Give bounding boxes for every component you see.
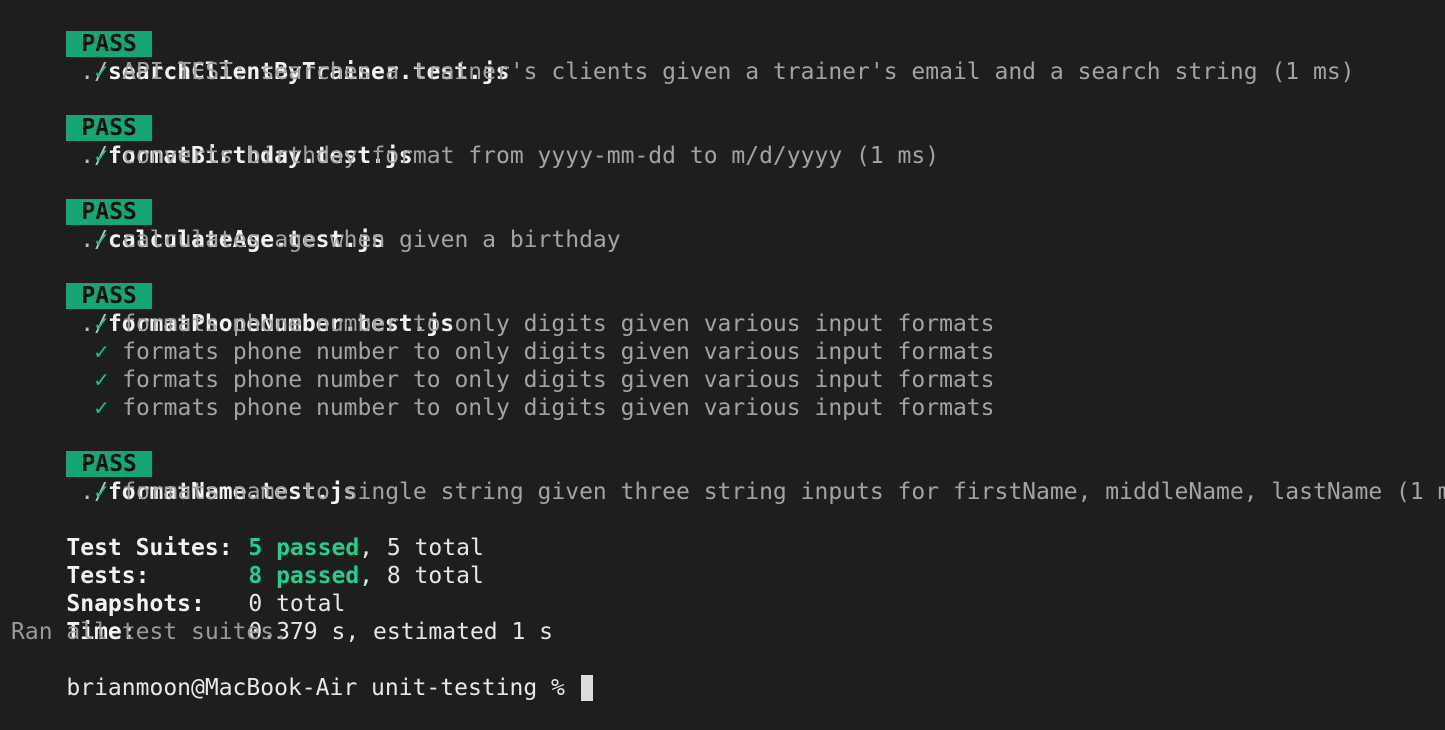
test-result: ✓ formats phone number to only digits gi…: [11, 282, 1445, 337]
test-name: formats phone number to only digits give…: [122, 311, 995, 337]
test-name: converts birthday format from yyyy-mm-dd…: [122, 143, 940, 169]
pass-badge: PASS: [66, 283, 152, 309]
cursor-icon[interactable]: [580, 675, 593, 701]
summary-test-suites: Test Suites: 5 passed, 5 total: [11, 506, 1445, 561]
total-count: , 5 total: [359, 535, 484, 561]
test-name: formats phone number to only digits give…: [122, 367, 995, 393]
suite-header: PASS ./formatName.test.js: [11, 422, 1445, 505]
test-result: ✓ calculates age when given a birthday: [11, 198, 1445, 253]
check-icon: ✓: [94, 395, 109, 421]
test-result: ✓ API TEST: searches a trainer's clients…: [11, 30, 1445, 85]
pass-badge: PASS: [66, 31, 152, 57]
summary-label: Snapshots:: [66, 591, 205, 617]
test-name: API TEST: searches a trainer's clients g…: [122, 59, 1355, 85]
test-result: ✓ formats name to single string given th…: [11, 450, 1445, 505]
test-name: calculates age when given a birthday: [122, 227, 621, 253]
test-name: formats phone number to only digits give…: [122, 339, 995, 365]
test-result: ✓ converts birthday format from yyyy-mm-…: [11, 114, 1445, 169]
check-icon: ✓: [94, 311, 109, 337]
shell-prompt: brianmoon@MacBook-Air unit-testing %: [66, 675, 579, 701]
summary-label: Test Suites:: [66, 535, 233, 561]
snapshots-value: 0 total: [248, 591, 346, 617]
passed-count: 8 passed: [248, 563, 360, 589]
test-name: formats phone number to only digits give…: [122, 395, 995, 421]
check-icon: ✓: [94, 227, 109, 253]
ran-all-message: Ran all test suites.: [11, 619, 288, 645]
check-icon: ✓: [94, 339, 109, 365]
total-count: , 8 total: [359, 563, 484, 589]
suite-header: PASS ./formatBirthday.test.js: [11, 86, 1445, 169]
passed-count: 5 passed: [248, 535, 360, 561]
check-icon: ✓: [94, 479, 109, 505]
pass-badge: PASS: [66, 451, 152, 477]
time-value: 0.379 s, estimated 1 s: [248, 619, 554, 645]
pass-badge: PASS: [66, 199, 152, 225]
suite-header: PASS ./formatPhoneNumber.test.js: [11, 254, 1445, 337]
suite-header: PASS ./searchClientByTrainer.test.js: [11, 2, 1445, 85]
check-icon: ✓: [94, 143, 109, 169]
terminal-output: PASS ./searchClientByTrainer.test.js ✓ A…: [11, 2, 1445, 701]
suite-header: PASS ./calculateAge.test.js: [11, 170, 1445, 253]
check-icon: ✓: [94, 367, 109, 393]
summary-label: Tests:: [66, 563, 150, 589]
pass-badge: PASS: [66, 115, 152, 141]
test-name: formats name to single string given thre…: [122, 479, 1445, 505]
shell-prompt-line[interactable]: brianmoon@MacBook-Air unit-testing %: [11, 646, 1445, 701]
check-icon: ✓: [94, 59, 109, 85]
